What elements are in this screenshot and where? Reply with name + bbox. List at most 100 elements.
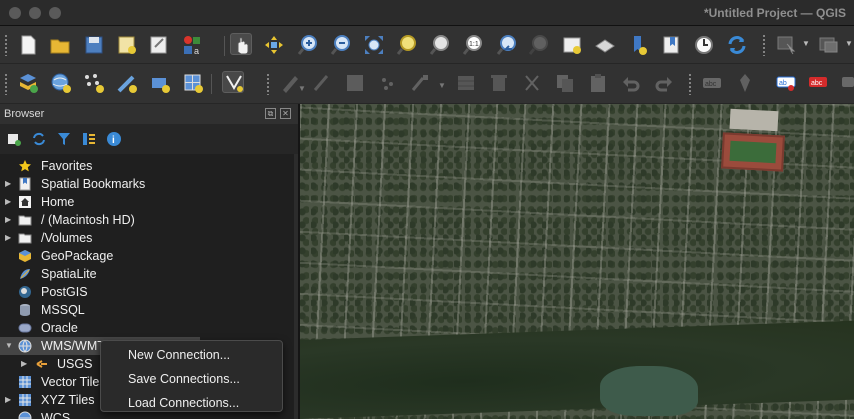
menu-item-save-connections[interactable]: Save Connections... <box>101 367 282 389</box>
new-virtual-layer-icon[interactable] <box>149 72 171 94</box>
tree-item-geopackage[interactable]: GeoPackage <box>0 247 294 265</box>
copy-features-icon[interactable] <box>554 72 576 94</box>
svg-text:ab: ab <box>779 80 787 87</box>
close-window-button[interactable] <box>9 7 21 19</box>
show-spatial-bookmarks-icon[interactable] <box>660 34 682 56</box>
chevron-down-icon[interactable]: ▼ <box>802 39 810 48</box>
tree-item-home[interactable]: ▶ Home <box>0 193 294 211</box>
save-project-icon[interactable] <box>83 34 105 56</box>
tree-item-spatial-bookmarks[interactable]: ▶ Spatial Bookmarks <box>0 175 294 193</box>
expand-arrow-icon[interactable]: ▶ <box>5 394 13 406</box>
toolbar-handle[interactable] <box>4 34 8 56</box>
zoom-last-icon[interactable] <box>496 34 518 56</box>
info-icon[interactable]: i <box>106 131 122 147</box>
undo-icon[interactable] <box>620 72 642 94</box>
tree-item-spatialite[interactable]: SpatiaLite <box>0 265 294 283</box>
map-sports-field <box>721 132 785 172</box>
vertex-tool-icon[interactable] <box>410 72 432 94</box>
highlight-labels-icon[interactable]: abc <box>807 72 829 94</box>
toggle-editing-icon[interactable] <box>311 72 333 94</box>
zoom-in-icon[interactable] <box>297 34 319 56</box>
attribute-table-icon[interactable] <box>818 34 840 56</box>
tree-item-macintosh-hd[interactable]: ▶ / (Macintosh HD) <box>0 211 294 229</box>
new-temporary-layer-icon[interactable] <box>116 72 138 94</box>
expand-arrow-icon[interactable]: ▶ <box>5 178 13 190</box>
map-canvas[interactable] <box>300 104 854 419</box>
tree-item-postgis[interactable]: PostGIS <box>0 283 294 301</box>
collapse-all-icon[interactable] <box>81 131 97 147</box>
zoom-to-layer-icon[interactable] <box>429 34 451 56</box>
select-features-icon[interactable] <box>775 34 797 56</box>
expand-arrow-icon[interactable]: ▶ <box>5 232 13 244</box>
map-building <box>729 108 779 132</box>
cut-features-icon[interactable] <box>521 72 543 94</box>
new-project-icon[interactable] <box>17 34 39 56</box>
zoom-window-button[interactable] <box>49 7 61 19</box>
geopackage-icon <box>19 250 31 262</box>
tree-item-volumes[interactable]: ▶ /Volumes <box>0 229 294 247</box>
new-print-layout-icon[interactable] <box>116 34 138 56</box>
save-layer-edits-icon[interactable] <box>344 72 366 94</box>
collapse-arrow-icon[interactable]: ▼ <box>5 340 13 352</box>
tree-item-mssql[interactable]: MSSQL <box>0 301 294 319</box>
new-bookmark-icon[interactable] <box>561 34 583 56</box>
layout-manager-icon[interactable] <box>148 34 170 56</box>
pan-to-selection-icon[interactable] <box>263 34 285 56</box>
home-icon <box>19 196 31 208</box>
modify-attributes-icon[interactable] <box>455 72 477 94</box>
chevron-down-icon[interactable]: ▼ <box>845 39 853 48</box>
expand-arrow-icon[interactable]: ▶ <box>5 196 13 208</box>
add-feature-icon[interactable] <box>377 72 399 94</box>
globe-icon <box>18 339 32 353</box>
chevron-down-icon[interactable]: ▼ <box>438 81 446 90</box>
minimize-window-button[interactable] <box>29 7 41 19</box>
browser-panel-title: Browser <box>4 108 45 120</box>
bookmark-icon <box>19 177 31 191</box>
rotate-label-icon[interactable] <box>840 72 854 94</box>
float-panel-icon[interactable]: ⧉ <box>265 108 276 119</box>
zoom-full-icon[interactable] <box>363 34 385 56</box>
toolbar-handle[interactable] <box>688 73 692 95</box>
refresh-icon[interactable] <box>31 131 47 147</box>
tree-item-favorites[interactable]: Favorites <box>0 157 294 175</box>
close-panel-icon[interactable]: ✕ <box>280 108 291 119</box>
chevron-down-icon[interactable]: ▼ <box>298 84 306 93</box>
new-geopackage-layer-icon[interactable] <box>50 72 72 94</box>
menu-item-new-connection[interactable]: New Connection... <box>101 343 282 365</box>
folder-icon <box>18 233 32 244</box>
add-selected-layers-icon[interactable] <box>6 131 22 147</box>
add-vector-layer-icon[interactable] <box>222 71 244 93</box>
delete-selected-icon[interactable] <box>488 72 510 94</box>
filter-icon[interactable] <box>56 131 72 147</box>
svg-text:abc: abc <box>705 81 717 88</box>
refresh-icon[interactable] <box>726 34 748 56</box>
star-icon <box>19 160 31 172</box>
new-spatial-bookmark-icon[interactable] <box>627 34 649 56</box>
zoom-next-icon[interactable] <box>528 34 550 56</box>
zoom-native-resolution-icon[interactable]: 1:1 <box>462 34 484 56</box>
label-toolbar-icon[interactable]: abc <box>701 72 723 94</box>
redo-icon[interactable] <box>653 72 675 94</box>
toolbar-handle[interactable] <box>4 73 8 95</box>
show-bookmarks-icon[interactable] <box>594 34 616 56</box>
browser-panel-toolbar: i <box>0 124 298 154</box>
expand-arrow-icon[interactable]: ▶ <box>5 214 13 226</box>
tree-item-oracle[interactable]: Oracle <box>0 319 294 337</box>
pan-map-icon[interactable] <box>230 33 252 55</box>
temporal-controller-icon[interactable] <box>693 34 715 56</box>
show-labels-icon[interactable]: ab <box>775 72 797 94</box>
paste-features-icon[interactable] <box>587 72 609 94</box>
style-manager-icon[interactable]: a <box>181 34 203 56</box>
data-source-manager-icon[interactable] <box>17 72 39 94</box>
zoom-to-selection-icon[interactable] <box>396 34 418 56</box>
expand-arrow-icon[interactable]: ▶ <box>21 358 29 370</box>
new-shapefile-layer-icon[interactable] <box>83 72 105 94</box>
pin-labels-icon[interactable] <box>734 72 756 94</box>
zoom-out-icon[interactable] <box>330 34 352 56</box>
toolbar-handle[interactable] <box>266 73 270 95</box>
menu-item-load-connections[interactable]: Load Connections... <box>101 391 282 413</box>
new-mesh-layer-icon[interactable] <box>182 72 204 94</box>
open-project-icon[interactable] <box>49 34 71 56</box>
toolbar-handle[interactable] <box>762 34 766 56</box>
map-park-area <box>300 320 854 419</box>
